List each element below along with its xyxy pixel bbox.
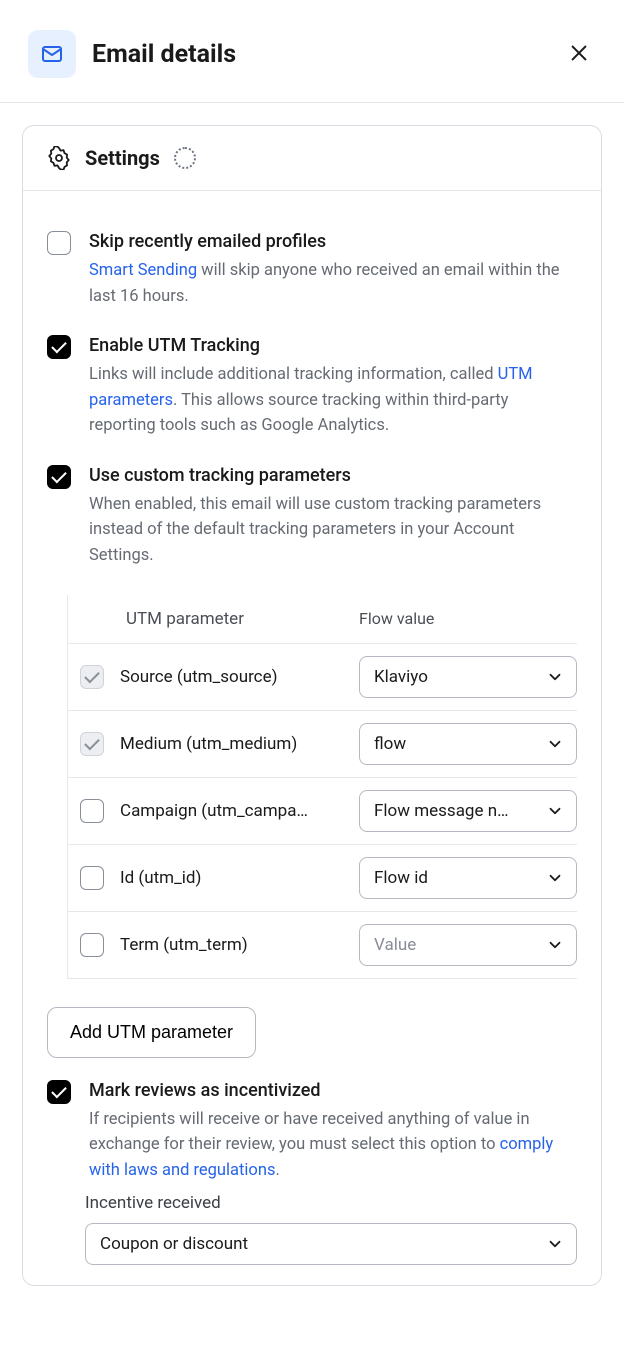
setting-custom-tracking: Use custom tracking parameters When enab… [47,465,577,569]
utm-row-checkbox [80,732,104,756]
utm-value-text: Flow message n… [374,801,508,821]
utm-value-text: Flow id [374,868,428,888]
utm-header-value: Flow value [359,609,577,628]
incentivized-checkbox[interactable] [47,1080,71,1104]
skip-recent-label: Skip recently emailed profiles [89,231,577,252]
utm-value-text: flow [374,734,406,754]
utm-value-select[interactable]: flow [359,723,577,765]
utm-row: Term (utm_term) Value [68,912,577,979]
utm-row: Campaign (utm_campa… Flow message n… [68,778,577,845]
skip-recent-desc: Smart Sending will skip anyone who recei… [89,258,577,309]
smart-sending-link[interactable]: Smart Sending [89,261,197,280]
chevron-down-icon [546,869,564,887]
close-icon [568,42,590,64]
utm-param-label: Campaign (utm_campa… [112,801,359,821]
close-button[interactable] [562,36,596,73]
custom-tracking-desc: When enabled, this email will use custom… [89,492,577,569]
enable-utm-desc: Links will include additional tracking i… [89,362,577,439]
utm-param-label: Term (utm_term) [112,935,359,955]
settings-panel-header: Settings [23,126,601,191]
add-utm-parameter-button[interactable]: Add UTM parameter [47,1007,256,1058]
custom-tracking-checkbox[interactable] [47,465,71,489]
utm-param-label: Source (utm_source) [112,667,359,687]
email-icon [40,42,64,66]
enable-utm-label: Enable UTM Tracking [89,335,577,356]
utm-row-checkbox[interactable] [80,799,104,823]
chevron-down-icon [546,936,564,954]
incentive-select-value: Coupon or discount [100,1234,248,1254]
utm-value-text: Value [374,935,416,955]
incentive-received-label: Incentive received [85,1193,577,1213]
chevron-down-icon [546,802,564,820]
utm-header-param: UTM parameter [118,609,359,629]
utm-value-select[interactable]: Flow message n… [359,790,577,832]
utm-param-label: Medium (utm_medium) [112,734,359,754]
utm-value-select[interactable]: Flow id [359,857,577,899]
utm-value-select[interactable]: Value [359,924,577,966]
utm-row: Medium (utm_medium) flow [68,711,577,778]
utm-row: Source (utm_source) Klaviyo [68,644,577,711]
settings-panel: Settings Skip recently emailed profiles … [22,125,602,1286]
setting-skip-recent: Skip recently emailed profiles Smart Sen… [47,231,577,309]
utm-row-checkbox [80,665,104,689]
utm-param-label: Id (utm_id) [112,868,359,888]
utm-table-header: UTM parameter Flow value [68,595,577,644]
utm-table: UTM parameter Flow value Source (utm_sou… [67,595,577,979]
page-title: Email details [92,40,546,69]
loading-indicator-icon [174,147,196,169]
custom-tracking-label: Use custom tracking parameters [89,465,577,486]
utm-row: Id (utm_id) Flow id [68,845,577,912]
utm-value-select[interactable]: Klaviyo [359,656,577,698]
gear-icon [47,146,71,170]
email-icon-box [28,30,76,78]
page-header: Email details [0,0,624,103]
settings-body: Skip recently emailed profiles Smart Sen… [23,191,601,1285]
utm-row-checkbox[interactable] [80,866,104,890]
enable-utm-checkbox[interactable] [47,335,71,359]
skip-recent-checkbox[interactable] [47,231,71,255]
chevron-down-icon [546,1235,564,1253]
incentivized-desc: If recipients will receive or have recei… [89,1107,577,1184]
utm-value-text: Klaviyo [374,667,428,687]
utm-row-checkbox[interactable] [80,933,104,957]
chevron-down-icon [546,668,564,686]
chevron-down-icon [546,735,564,753]
incentive-select[interactable]: Coupon or discount [85,1223,577,1265]
settings-title: Settings [85,146,160,170]
setting-enable-utm: Enable UTM Tracking Links will include a… [47,335,577,439]
setting-incentivized: Mark reviews as incentivized If recipien… [47,1080,577,1184]
incentivized-label: Mark reviews as incentivized [89,1080,577,1101]
